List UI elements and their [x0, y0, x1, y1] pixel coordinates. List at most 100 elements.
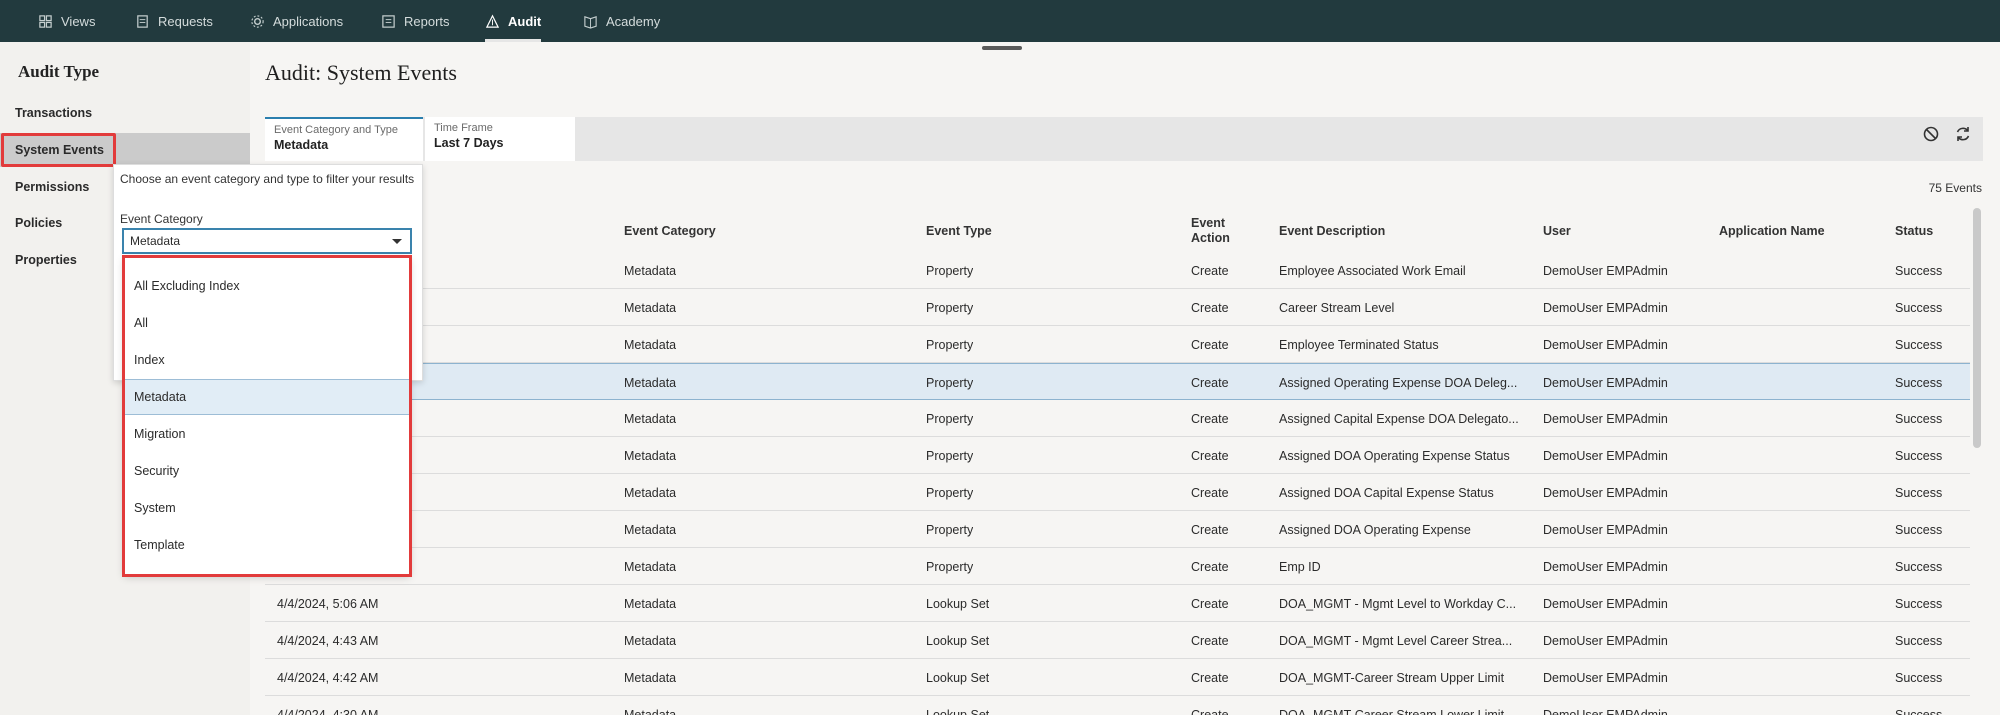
table-row[interactable]: Metadata Property Create Assigned DOA Opera…	[265, 437, 1970, 474]
nav-applications[interactable]: Applications	[250, 0, 343, 42]
cell-user: DemoUser EMPAdmin	[1543, 263, 1668, 278]
event-count: 75 Events	[1928, 181, 1982, 195]
table-row[interactable]: Metadata Property Create Assigned DOA Opera…	[265, 511, 1970, 548]
cell-event-action: Create	[1191, 448, 1229, 463]
header-event-category[interactable]: Event Category	[624, 224, 716, 239]
table-scrollbar[interactable]	[1973, 208, 1981, 448]
header-status[interactable]: Status	[1895, 224, 1933, 239]
time-frame-filter-tab[interactable]: Time Frame Last 7 Days	[425, 117, 575, 161]
cell-event-description: DOA_MGMT - Mgmt Level to Workday C...	[1279, 596, 1517, 611]
nav-reports[interactable]: Reports	[381, 0, 450, 42]
cell-event-category: Metadata	[624, 707, 677, 715]
cell-status: Success	[1895, 485, 1943, 500]
header-event-action[interactable]: Event Action	[1191, 216, 1230, 246]
header-application-name[interactable]: Application Name	[1719, 224, 1825, 239]
panel-resize-handle[interactable]	[982, 46, 1022, 50]
cell-event-category: Metadata	[624, 559, 677, 574]
top-navigation-bar: Views Requests Applications Reports Audi…	[0, 0, 2000, 42]
cell-event-category: Metadata	[624, 522, 677, 537]
cell-event-action: Create	[1191, 522, 1229, 537]
active-tab-indicator	[485, 39, 542, 42]
cell-user: DemoUser EMPAdmin	[1543, 411, 1668, 426]
cell-event-action: Create	[1191, 485, 1229, 500]
clear-filter-icon[interactable]	[1922, 125, 1940, 143]
table-row[interactable]: Metadata Property Create Assigned Operating…	[265, 363, 1970, 400]
cell-event-action: Create	[1191, 633, 1229, 648]
popup-help-text: Choose an event category and type to fil…	[120, 172, 415, 186]
cell-user: DemoUser EMPAdmin	[1543, 375, 1668, 390]
cell-event-description: DOA_MGMT - Mgmt Level Career Strea...	[1279, 633, 1513, 648]
table-row[interactable]: 4/4/2024, 4:30 AM Metadata Lookup Set Creat…	[265, 696, 1970, 715]
cell-event-category: Metadata	[624, 300, 677, 315]
cell-event-description: DOA_MGMT-Career Stream Lower Limit	[1279, 707, 1505, 715]
time-frame-filter-value: Last 7 Days	[434, 136, 504, 150]
clipboard-icon	[137, 14, 148, 28]
cell-event-description: Employee Associated Work Email	[1279, 263, 1466, 278]
cell-event-description: Employee Terminated Status	[1279, 337, 1439, 352]
cell-status: Success	[1895, 522, 1943, 537]
book-icon	[584, 15, 597, 29]
table-row[interactable]: Metadata Property Create Assigned DOA Capit…	[265, 474, 1970, 511]
event-category-select-value: Metadata	[130, 234, 181, 248]
event-category-field-label: Event Category	[120, 212, 203, 226]
nav-requests[interactable]: Requests	[135, 0, 213, 42]
cell-event-action: Create	[1191, 411, 1229, 426]
nav-views[interactable]: Views	[38, 0, 95, 42]
cell-event-type: Property	[926, 522, 974, 537]
sidebar-item-transactions[interactable]: Transactions	[0, 96, 250, 130]
cell-event-action: Create	[1191, 375, 1229, 390]
cell-user: DemoUser EMPAdmin	[1543, 596, 1668, 611]
selection-highlight-box	[1, 133, 116, 167]
cell-event-category: Metadata	[624, 337, 677, 352]
cell-event-type: Property	[926, 263, 974, 278]
cell-event-category: Metadata	[624, 375, 677, 390]
table-row[interactable]: Metadata Property Create Employee Associate…	[265, 252, 1970, 289]
page-title: Audit: System Events	[265, 60, 457, 85]
cell-status: Success	[1895, 707, 1943, 715]
cell-event-action: Create	[1191, 670, 1229, 685]
cell-event-action: Create	[1191, 337, 1229, 352]
table-row[interactable]: Metadata Property Create Employee Terminate…	[265, 326, 1970, 363]
cell-status: Success	[1895, 633, 1943, 648]
nav-audit-label: Audit	[508, 13, 542, 29]
cell-status: Success	[1895, 448, 1943, 463]
cell-date: 4/4/2024, 4:43 AM	[277, 633, 379, 648]
table-row[interactable]: 4/4/2024, 4:43 AM Metadata Lookup Set Creat…	[265, 622, 1970, 659]
cell-event-category: Metadata	[624, 633, 677, 648]
cell-event-category: Metadata	[624, 448, 677, 463]
header-event-type[interactable]: Event Type	[926, 224, 992, 239]
filter-bar: Event Category and Type Metadata Time Fr…	[265, 117, 1983, 161]
nav-academy[interactable]: Academy	[583, 0, 660, 42]
table-row[interactable]: Metadata Property Create Emp ID DemoUser EMP…	[265, 548, 1970, 585]
header-event-action-line2: Action	[1191, 231, 1230, 245]
cell-status: Success	[1895, 375, 1943, 390]
cell-event-category: Metadata	[624, 670, 677, 685]
cell-event-category: Metadata	[624, 263, 677, 278]
cell-user: DemoUser EMPAdmin	[1543, 670, 1668, 685]
cell-event-type: Property	[926, 375, 974, 390]
cell-event-category: Metadata	[624, 596, 677, 611]
table-row[interactable]: 4/4/2024, 4:42 AM Metadata Lookup Set Creat…	[265, 659, 1970, 696]
refresh-icon[interactable]	[1954, 125, 1972, 143]
cell-event-action: Create	[1191, 263, 1229, 278]
cell-status: Success	[1895, 670, 1943, 685]
header-user[interactable]: User	[1543, 224, 1571, 239]
table-row[interactable]: Metadata Property Create Assigned Capital E…	[265, 400, 1970, 437]
cell-event-description: Assigned Operating Expense DOA Deleg...	[1279, 375, 1518, 390]
cell-event-type: Property	[926, 411, 974, 426]
table-row[interactable]: Metadata Property Create Career Stream Leve…	[265, 289, 1970, 326]
cell-event-category: Metadata	[624, 411, 677, 426]
cell-user: DemoUser EMPAdmin	[1543, 522, 1668, 537]
cell-status: Success	[1895, 559, 1943, 574]
event-category-filter-tab[interactable]: Event Category and Type Metadata	[265, 117, 423, 161]
header-event-description[interactable]: Event Description	[1279, 224, 1385, 239]
cell-user: DemoUser EMPAdmin	[1543, 300, 1668, 315]
cell-status: Success	[1895, 596, 1943, 611]
cell-event-description: Assigned DOA Operating Expense Status	[1279, 448, 1510, 463]
nav-audit[interactable]: Audit	[485, 0, 542, 42]
event-category-select[interactable]: Metadata	[122, 228, 412, 254]
cell-status: Success	[1895, 263, 1943, 278]
cell-date: 4/4/2024, 5:06 AM	[277, 596, 379, 611]
cell-event-type: Lookup Set	[926, 596, 990, 611]
table-row[interactable]: 4/4/2024, 5:06 AM Metadata Lookup Set Creat…	[265, 585, 1970, 622]
